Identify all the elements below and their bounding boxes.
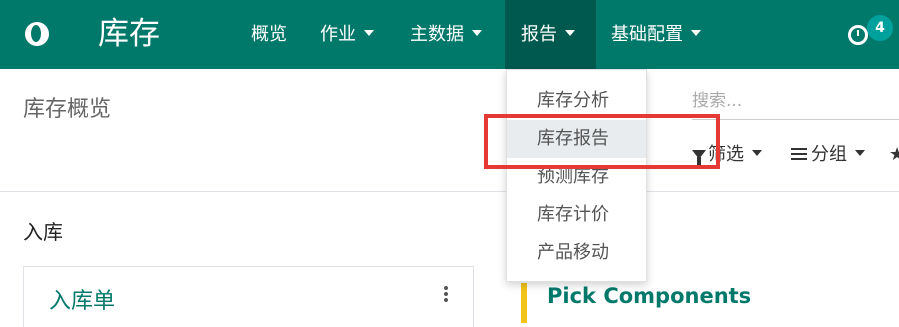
menu-configuration-label: 基础配置 xyxy=(611,24,683,45)
search-underline xyxy=(692,119,899,120)
activity-badge[interactable]: 4 xyxy=(867,15,893,41)
funnel-icon xyxy=(692,149,706,165)
chevron-down-icon xyxy=(364,30,374,36)
group-label: 分组 xyxy=(811,144,847,165)
menu-operations-label: 作业 xyxy=(320,24,356,45)
dropdown-item-product-moves[interactable]: 产品移动 xyxy=(507,234,646,272)
menu-configuration[interactable]: 基础配置 xyxy=(598,0,714,69)
star-icon[interactable]: ★ xyxy=(889,142,899,168)
chevron-down-icon xyxy=(472,30,482,36)
top-navbar: 库存 概览 作业 主数据 报告 基础配置 4 xyxy=(0,0,899,69)
menu-master-data[interactable]: 主数据 xyxy=(397,0,495,69)
kebab-menu-icon[interactable] xyxy=(444,285,448,303)
filter-label: 筛选 xyxy=(708,144,744,165)
bars-icon xyxy=(791,148,807,160)
clock-icon[interactable] xyxy=(848,25,868,45)
dropdown-item-stock-valuation[interactable]: 库存计价 xyxy=(507,196,646,234)
filter-button[interactable]: 筛选 xyxy=(692,142,762,168)
dropdown-item-stock-report[interactable]: 库存报告 xyxy=(507,120,646,158)
pick-components-card: Pick Components xyxy=(521,283,899,323)
reporting-dropdown-menu: 库存分析 库存报告 预测库存 库存计价 产品移动 xyxy=(506,69,647,282)
app-title[interactable]: 库存 xyxy=(98,12,160,56)
chevron-down-icon xyxy=(691,30,701,36)
menu-overview-label: 概览 xyxy=(251,24,287,45)
menu-master-data-label: 主数据 xyxy=(410,24,464,45)
menu-operations[interactable]: 作业 xyxy=(307,0,387,69)
breadcrumb[interactable]: 库存概览 xyxy=(23,91,111,123)
menu-overview[interactable]: 概览 xyxy=(238,0,300,69)
chevron-down-icon xyxy=(752,150,762,156)
section-title: 入库 xyxy=(23,220,63,244)
dropdown-item-forecasted-stock[interactable]: 预测库存 xyxy=(507,158,646,196)
chevron-down-icon xyxy=(565,30,575,36)
dropdown-item-stock-analysis[interactable]: 库存分析 xyxy=(507,82,646,120)
pick-components-card-title[interactable]: Pick Components xyxy=(547,284,751,308)
menu-reporting-label: 报告 xyxy=(521,24,557,45)
receipts-card-title[interactable]: 入库单 xyxy=(49,283,115,315)
receipts-card: 入库单 xyxy=(23,266,474,327)
chevron-down-icon xyxy=(855,150,865,156)
odoo-logo-icon[interactable] xyxy=(25,22,49,46)
menu-reporting[interactable]: 报告 xyxy=(505,0,596,69)
group-by-button[interactable]: 分组 xyxy=(791,142,865,168)
search-input[interactable] xyxy=(692,88,892,114)
